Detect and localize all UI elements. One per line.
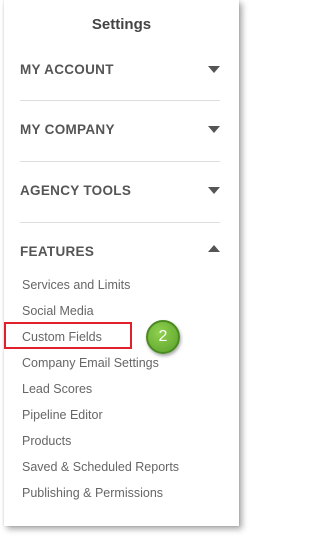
chevron-down-icon xyxy=(208,66,220,73)
section-my-account[interactable]: MY ACCOUNT xyxy=(20,60,220,80)
divider xyxy=(20,222,220,223)
chevron-up-icon xyxy=(208,245,220,252)
panel-title: Settings xyxy=(91,16,152,33)
feature-publishing-permissions[interactable]: Publishing & Permissions xyxy=(22,484,179,510)
step-badge: 2 xyxy=(146,320,180,354)
section-features[interactable]: FEATURES xyxy=(20,242,220,262)
features-list: Services and Limits Social Media Custom … xyxy=(22,276,179,510)
section-label: AGENCY TOOLS xyxy=(20,183,132,198)
divider xyxy=(20,100,220,101)
feature-lead-scores[interactable]: Lead Scores xyxy=(22,380,179,406)
section-agency-tools[interactable]: AGENCY TOOLS xyxy=(20,181,220,201)
section-label: MY ACCOUNT xyxy=(20,62,114,77)
feature-company-email-settings[interactable]: Company Email Settings xyxy=(22,354,179,380)
section-label: MY COMPANY xyxy=(20,122,115,137)
section-my-company[interactable]: MY COMPANY xyxy=(20,120,220,140)
highlight-box xyxy=(4,322,132,349)
divider xyxy=(20,161,220,162)
chevron-down-icon xyxy=(208,126,220,133)
feature-saved-scheduled-reports[interactable]: Saved & Scheduled Reports xyxy=(22,458,179,484)
section-label: FEATURES xyxy=(20,244,95,259)
feature-services-and-limits[interactable]: Services and Limits xyxy=(22,276,179,302)
feature-pipeline-editor[interactable]: Pipeline Editor xyxy=(22,406,179,432)
settings-panel: Settings MY ACCOUNT MY COMPANY AGENCY TO… xyxy=(4,0,239,526)
chevron-down-icon xyxy=(208,187,220,194)
feature-products[interactable]: Products xyxy=(22,432,179,458)
